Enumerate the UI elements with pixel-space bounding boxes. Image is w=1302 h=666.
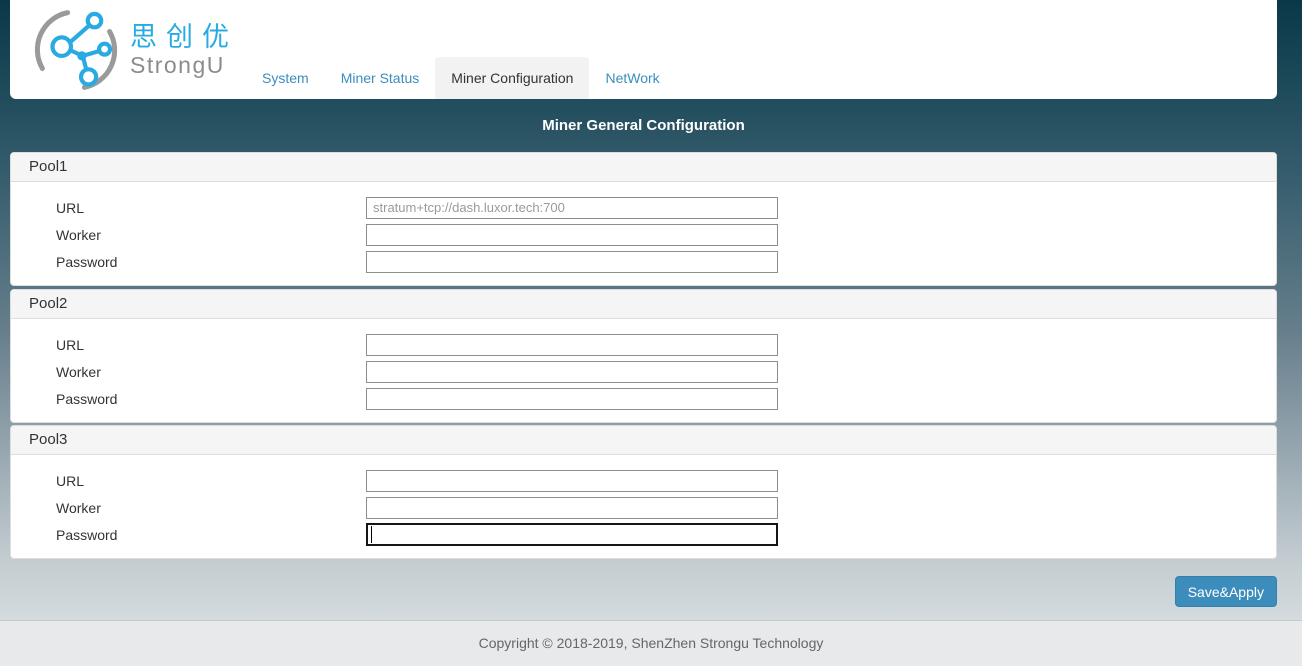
footer: Copyright © 2018-2019, ShenZhen Strongu …: [0, 620, 1302, 666]
save-apply-button[interactable]: Save&Apply: [1175, 576, 1277, 607]
pool1-worker-label: Worker: [56, 227, 366, 243]
pool3-worker-row: Worker: [11, 494, 1276, 521]
pool1-worker-input[interactable]: [366, 224, 778, 246]
pool3-password-row: Password: [11, 521, 1276, 548]
pool1-heading: Pool1: [11, 153, 1276, 182]
pool2-worker-input[interactable]: [366, 361, 778, 383]
nav-tab-network[interactable]: NetWork: [589, 57, 675, 99]
pool3-worker-input[interactable]: [366, 497, 778, 519]
brand-name-english: StrongU: [130, 52, 238, 78]
pool1-panel: Pool1 URL Worker Password: [10, 152, 1277, 286]
pool1-password-input[interactable]: [366, 251, 778, 273]
pool2-password-row: Password: [11, 385, 1276, 412]
pool1-body: URL Worker Password: [11, 182, 1276, 275]
pool2-body: URL Worker Password: [11, 319, 1276, 412]
header-bar: 思创优 StrongU System Miner Status Miner Co…: [10, 0, 1277, 99]
strongu-network-logo-icon: [30, 8, 122, 92]
pool1-url-label: URL: [56, 200, 366, 216]
text-caret: [371, 526, 372, 543]
brand-logo: 思创优 StrongU: [30, 8, 238, 92]
main-nav: System Miner Status Miner Configuration …: [246, 57, 676, 99]
pool2-password-input[interactable]: [366, 388, 778, 410]
pool2-heading: Pool2: [11, 290, 1276, 319]
pool3-password-label: Password: [56, 527, 366, 543]
pool1-url-input[interactable]: [366, 197, 778, 219]
pool2-url-row: URL: [11, 331, 1276, 358]
pool3-url-input[interactable]: [366, 470, 778, 492]
nav-tab-system[interactable]: System: [246, 57, 325, 99]
pool1-worker-row: Worker: [11, 221, 1276, 248]
pool1-password-row: Password: [11, 248, 1276, 275]
brand-name: 思创优 StrongU: [130, 22, 238, 78]
copyright-text: Copyright © 2018-2019, ShenZhen Strongu …: [479, 635, 824, 651]
page-title: Miner General Configuration: [10, 117, 1277, 134]
pool2-worker-label: Worker: [56, 364, 366, 380]
pool2-password-label: Password: [56, 391, 366, 407]
brand-name-chinese: 思创优: [130, 22, 238, 52]
pool2-panel: Pool2 URL Worker Password: [10, 289, 1277, 423]
nav-tab-miner-status[interactable]: Miner Status: [325, 57, 436, 99]
pool3-panel: Pool3 URL Worker Password: [10, 425, 1277, 559]
pool2-url-input[interactable]: [366, 334, 778, 356]
pool2-url-label: URL: [56, 337, 366, 353]
nav-tab-miner-configuration[interactable]: Miner Configuration: [435, 57, 589, 99]
pool3-body: URL Worker Password: [11, 455, 1276, 548]
pool2-worker-row: Worker: [11, 358, 1276, 385]
pool1-url-row: URL: [11, 194, 1276, 221]
pool3-url-label: URL: [56, 473, 366, 489]
pool3-password-input[interactable]: [366, 523, 778, 546]
pool1-password-label: Password: [56, 254, 366, 270]
pool3-heading: Pool3: [11, 426, 1276, 455]
pool3-worker-label: Worker: [56, 500, 366, 516]
pool3-url-row: URL: [11, 467, 1276, 494]
